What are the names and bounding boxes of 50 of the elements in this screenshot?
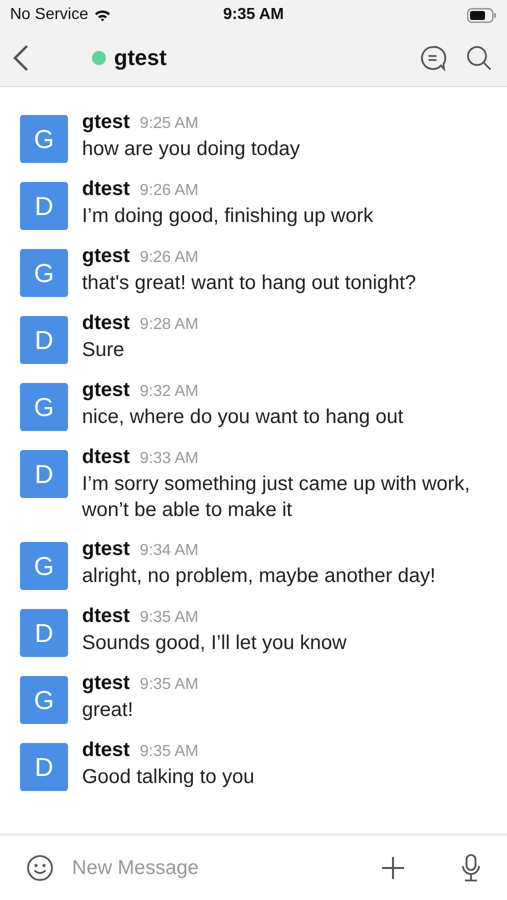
user-avatar[interactable]: D bbox=[20, 450, 68, 498]
chat-title: gtest bbox=[114, 45, 167, 71]
carrier-text: No Service bbox=[10, 6, 88, 24]
message-text: I’m doing good, finishing up work bbox=[82, 204, 374, 229]
search-button[interactable] bbox=[465, 44, 493, 72]
author-name: gtest bbox=[82, 538, 130, 561]
user-avatar[interactable]: D bbox=[20, 609, 68, 657]
message-time: 9:26 AM bbox=[140, 182, 198, 200]
user-avatar[interactable]: G bbox=[20, 115, 68, 163]
message-text: great! bbox=[82, 698, 134, 723]
user-avatar[interactable]: G bbox=[20, 676, 68, 724]
message-text: alright, no problem, maybe another day! bbox=[82, 564, 436, 589]
message-text: Sounds good, I’ll let you know bbox=[82, 631, 347, 656]
microphone-button[interactable] bbox=[461, 854, 481, 882]
author-name: dtest bbox=[82, 605, 130, 628]
user-avatar[interactable]: D bbox=[20, 316, 68, 364]
emoji-button[interactable] bbox=[26, 854, 54, 882]
message-text: I’m sorry something just came up with work, won’t be able to make it bbox=[82, 472, 471, 523]
author-name: gtest bbox=[82, 379, 130, 402]
author-name: gtest bbox=[82, 111, 130, 134]
add-button[interactable] bbox=[381, 856, 405, 880]
message-time: 9:26 AM bbox=[140, 249, 198, 267]
message-text: Sure bbox=[82, 338, 126, 363]
message-time: 9:35 AM bbox=[140, 743, 198, 761]
message-time: 9:32 AM bbox=[140, 383, 198, 401]
message-text: how are you doing today bbox=[82, 137, 300, 162]
message-time: 9:28 AM bbox=[140, 316, 198, 334]
message-text: Good talking to you bbox=[82, 765, 254, 790]
author-name: dtest bbox=[82, 739, 130, 762]
user-avatar[interactable]: D bbox=[20, 743, 68, 791]
clock-time: 9:35 AM bbox=[223, 6, 284, 24]
author-name: dtest bbox=[82, 312, 130, 335]
author-name: gtest bbox=[82, 245, 130, 268]
message-text: that's great! want to hang out tonight? bbox=[82, 271, 416, 296]
user-avatar[interactable]: G bbox=[20, 249, 68, 297]
message-text: nice, where do you want to hang out bbox=[82, 405, 404, 430]
user-avatar[interactable]: G bbox=[20, 383, 68, 431]
user-avatar[interactable]: D bbox=[20, 182, 68, 230]
author-name: dtest bbox=[82, 446, 130, 469]
message-time: 9:25 AM bbox=[140, 115, 198, 133]
user-avatar[interactable]: G bbox=[20, 542, 68, 590]
message-time: 9:35 AM bbox=[140, 609, 198, 627]
message-time: 9:35 AM bbox=[140, 676, 198, 694]
battery-icon bbox=[467, 8, 498, 22]
message-time: 9:33 AM bbox=[140, 450, 198, 468]
author-name: gtest bbox=[82, 672, 130, 695]
message-time: 9:34 AM bbox=[140, 542, 198, 560]
wifi-icon bbox=[94, 8, 112, 22]
threads-button[interactable] bbox=[419, 44, 447, 72]
author-name: dtest bbox=[82, 178, 130, 201]
